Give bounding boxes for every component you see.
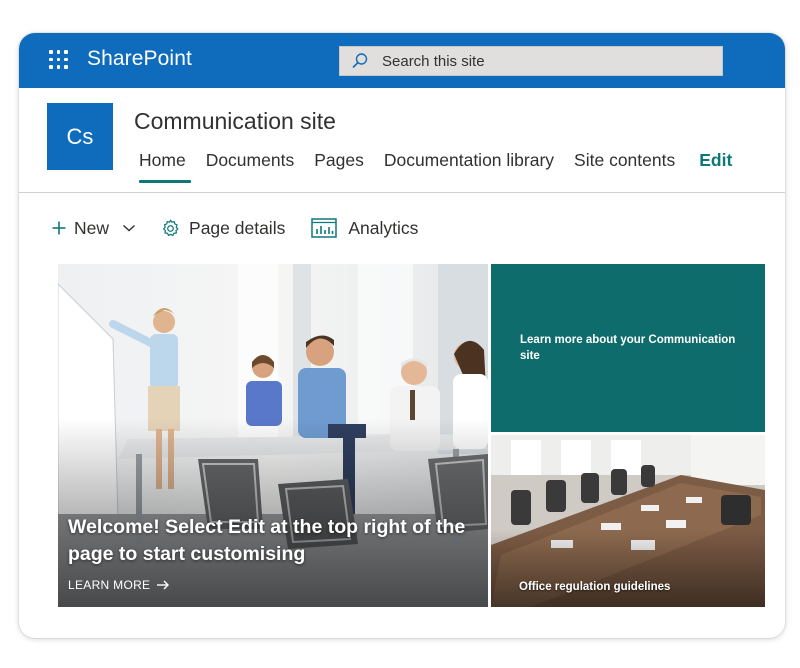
hero-tile-caption: Office regulation guidelines	[519, 581, 671, 593]
analytics-button[interactable]: Analytics	[311, 217, 418, 239]
suite-bar: SharePoint Search this site	[19, 33, 785, 88]
hero-tile-text: Learn more about your Communication site	[520, 334, 736, 362]
analytics-icon	[311, 218, 338, 238]
edit-link[interactable]: Edit	[694, 150, 737, 184]
site-header: Cs Communication site Home Documents Pag…	[19, 88, 785, 193]
search-input[interactable]: Search this site	[339, 46, 723, 76]
plus-icon	[52, 221, 66, 235]
chevron-down-icon[interactable]	[122, 223, 136, 233]
new-label: New	[74, 217, 110, 238]
hero-main-tile[interactable]: Welcome! Select Edit at the top right of…	[58, 264, 488, 607]
sharepoint-window: SharePoint Search this site Cs Communica…	[19, 33, 785, 638]
site-logo[interactable]: Cs	[47, 103, 113, 170]
learn-more-link[interactable]: LEARN MORE	[68, 578, 170, 592]
waffle-icon[interactable]	[49, 50, 68, 69]
arrow-right-icon	[157, 580, 170, 590]
hero-tile-communication[interactable]: Learn more about your Communication site	[491, 264, 765, 432]
nav-item-home[interactable]: Home	[134, 150, 191, 184]
site-title[interactable]: Communication site	[134, 108, 336, 135]
app-name[interactable]: SharePoint	[87, 47, 192, 71]
page-details-label: Page details	[189, 217, 286, 238]
command-bar: New Page details Analytics	[51, 213, 418, 243]
learn-more-label: LEARN MORE	[68, 578, 151, 592]
search-placeholder: Search this site	[382, 52, 485, 70]
hero-tile-office-regulation[interactable]: Office regulation guidelines	[491, 435, 765, 607]
nav-item-site-contents[interactable]: Site contents	[569, 150, 680, 184]
gear-icon	[163, 219, 179, 236]
analytics-label: Analytics	[348, 217, 419, 238]
nav-item-documentation-library[interactable]: Documentation library	[379, 150, 559, 184]
page-details-button[interactable]: Page details	[160, 218, 285, 239]
nav-item-documents[interactable]: Documents	[201, 150, 300, 184]
nav-item-pages[interactable]: Pages	[309, 150, 369, 184]
search-icon	[352, 53, 368, 68]
site-navigation: Home Documents Pages Documentation libra…	[134, 150, 747, 184]
hero-title: Welcome! Select Edit at the top right of…	[68, 516, 466, 565]
new-button[interactable]: New	[51, 218, 136, 239]
